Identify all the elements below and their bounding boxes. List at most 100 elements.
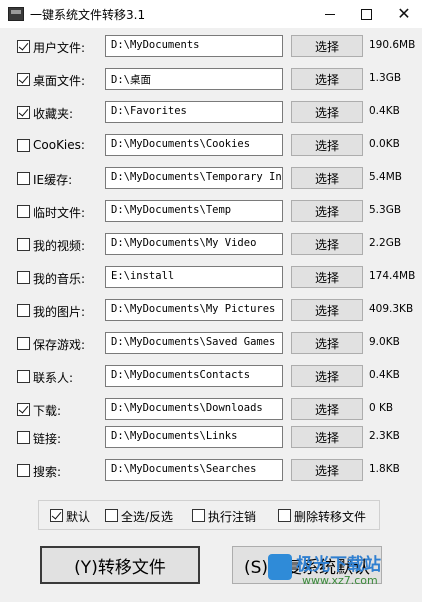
- folder-checkbox[interactable]: [17, 403, 30, 416]
- choose-folder-button[interactable]: 选择: [291, 459, 363, 481]
- folder-path-input[interactable]: D:\MyDocuments\Saved Games: [105, 332, 283, 354]
- folder-size: 0.4KB: [369, 105, 400, 117]
- folder-size: 0.0KB: [369, 138, 400, 150]
- window-title: 一键系统文件转移3.1: [30, 8, 146, 22]
- folder-size: 409.3KB: [369, 303, 414, 315]
- folder-path-input[interactable]: D:\Favorites: [105, 101, 283, 123]
- folder-size: 5.4MB: [369, 171, 402, 183]
- choose-folder-button[interactable]: 选择: [291, 266, 363, 288]
- folder-label: 下载:: [33, 404, 62, 418]
- watermark-brand: 极光下载站: [296, 555, 381, 575]
- folder-checkbox[interactable]: [17, 139, 30, 152]
- folder-checkbox[interactable]: [17, 464, 30, 477]
- folder-size: 190.6MB: [369, 39, 416, 51]
- choose-folder-button[interactable]: 选择: [291, 426, 363, 448]
- close-icon: ✕: [397, 4, 411, 23]
- folder-label: 收藏夹:: [33, 107, 74, 121]
- folder-path-input[interactable]: D:\MyDocuments\Downloads: [105, 398, 283, 420]
- option-logoff-checkbox[interactable]: [192, 509, 205, 522]
- folder-path-input[interactable]: D:\MyDocumentsContacts: [105, 365, 283, 387]
- folder-size: 2.3KB: [369, 430, 400, 442]
- folder-checkbox[interactable]: [17, 238, 30, 251]
- choose-folder-button[interactable]: 选择: [291, 35, 363, 57]
- folder-path-input[interactable]: D:\MyDocuments\My Pictures: [105, 299, 283, 321]
- folder-path-input[interactable]: E:\install: [105, 266, 283, 288]
- choose-folder-button[interactable]: 选择: [291, 134, 363, 156]
- folder-size: 2.2GB: [369, 237, 402, 249]
- folder-size: 1.8KB: [369, 463, 400, 475]
- folder-row: 我的音乐: E:\install 选择 174.4MB: [0, 266, 422, 290]
- folder-size: 0 KB: [369, 402, 394, 414]
- minimize-icon: [325, 13, 335, 15]
- option-select-all-checkbox[interactable]: [105, 509, 118, 522]
- choose-folder-button[interactable]: 选择: [291, 398, 363, 420]
- folder-checkbox[interactable]: [17, 40, 30, 53]
- folder-row: 搜索: D:\MyDocuments\Searches 选择 1.8KB: [0, 459, 422, 483]
- folder-size: 9.0KB: [369, 336, 400, 348]
- folder-row: IE缓存: D:\MyDocuments\Temporary Inte 选择 5.4M…: [0, 167, 422, 191]
- choose-folder-button[interactable]: 选择: [291, 365, 363, 387]
- folder-checkbox[interactable]: [17, 370, 30, 383]
- folder-checkbox[interactable]: [17, 205, 30, 218]
- choose-folder-button[interactable]: 选择: [291, 167, 363, 189]
- choose-folder-button[interactable]: 选择: [291, 101, 363, 123]
- option-default-checkbox[interactable]: [50, 509, 63, 522]
- folder-checkbox[interactable]: [17, 304, 30, 317]
- folder-row: 我的视频: D:\MyDocuments\My Video 选择 2.2GB: [0, 233, 422, 257]
- folder-checkbox[interactable]: [17, 337, 30, 350]
- option-delete-files-checkbox[interactable]: [278, 509, 291, 522]
- option-default-label: 默认: [66, 510, 91, 524]
- folder-row: 用户文件: D:\MyDocuments 选择 190.6MB: [0, 35, 422, 59]
- folder-checkbox[interactable]: [17, 271, 30, 284]
- folder-label: IE缓存:: [33, 173, 73, 187]
- folder-checkbox[interactable]: [17, 172, 30, 185]
- choose-folder-button[interactable]: 选择: [291, 200, 363, 222]
- option-logoff-label: 执行注销: [208, 510, 257, 524]
- folder-label: 我的音乐:: [33, 272, 86, 286]
- folder-path-input[interactable]: D:\MyDocuments\Temporary Inte: [105, 167, 283, 189]
- folder-row: 链接: D:\MyDocuments\Links 选择 2.3KB: [0, 426, 422, 450]
- folder-row: 我的图片: D:\MyDocuments\My Pictures 选择 409.3KB: [0, 299, 422, 323]
- folder-path-input[interactable]: D:\MyDocuments\Temp: [105, 200, 283, 222]
- folder-path-input[interactable]: D:\MyDocuments\My Video: [105, 233, 283, 255]
- folder-label: 链接:: [33, 432, 62, 446]
- folder-label: 用户文件:: [33, 41, 86, 55]
- folder-row: 保存游戏: D:\MyDocuments\Saved Games 选择 9.0KB: [0, 332, 422, 356]
- folder-size: 1.3GB: [369, 72, 402, 84]
- choose-folder-button[interactable]: 选择: [291, 332, 363, 354]
- title-bar: 一键系统文件转移3.1 ✕: [0, 0, 422, 28]
- folder-checkbox[interactable]: [17, 106, 30, 119]
- folder-row: 桌面文件: D:\桌面 选择 1.3GB: [0, 68, 422, 92]
- watermark-logo-icon: [268, 554, 292, 580]
- folder-path-input[interactable]: D:\MyDocuments: [105, 35, 283, 57]
- minimize-button[interactable]: [310, 0, 350, 28]
- choose-folder-button[interactable]: 选择: [291, 299, 363, 321]
- choose-folder-button[interactable]: 选择: [291, 233, 363, 255]
- folder-path-input[interactable]: D:\MyDocuments\Links: [105, 426, 283, 448]
- transfer-button[interactable]: (Y)转移文件: [40, 546, 200, 584]
- folder-path-input[interactable]: D:\MyDocuments\Searches: [105, 459, 283, 481]
- folder-row: CooKies: D:\MyDocuments\Cookies 选择 0.0KB: [0, 134, 422, 158]
- folder-checkbox[interactable]: [17, 431, 30, 444]
- folder-row: 下载: D:\MyDocuments\Downloads 选择 0 KB: [0, 398, 422, 422]
- folder-label: 保存游戏:: [33, 338, 86, 352]
- site-watermark: 极光下载站 www.xz7.com: [268, 548, 420, 598]
- options-group: 默认 全选/反选 执行注销 删除转移文件: [38, 500, 380, 530]
- folder-path-input[interactable]: D:\桌面: [105, 68, 283, 90]
- choose-folder-button[interactable]: 选择: [291, 68, 363, 90]
- folder-label: 我的图片:: [33, 305, 86, 319]
- folder-size: 5.3GB: [369, 204, 402, 216]
- option-select-all-label: 全选/反选: [121, 510, 174, 524]
- app-icon: [8, 7, 24, 21]
- folder-row: 临时文件: D:\MyDocuments\Temp 选择 5.3GB: [0, 200, 422, 224]
- folder-size: 174.4MB: [369, 270, 416, 282]
- folder-label: 桌面文件:: [33, 74, 86, 88]
- maximize-button[interactable]: [346, 0, 386, 28]
- folder-row: 收藏夹: D:\Favorites 选择 0.4KB: [0, 101, 422, 125]
- close-button[interactable]: ✕: [384, 0, 422, 28]
- folder-checkbox[interactable]: [17, 73, 30, 86]
- maximize-icon: [360, 8, 372, 20]
- folder-path-input[interactable]: D:\MyDocuments\Cookies: [105, 134, 283, 156]
- folder-label: 我的视频:: [33, 239, 86, 253]
- folder-label: 搜索:: [33, 465, 62, 479]
